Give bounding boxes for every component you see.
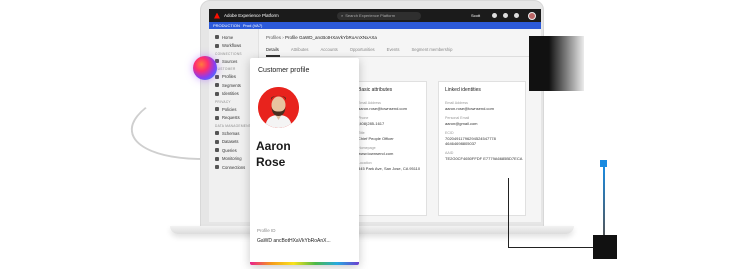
monitor-icon bbox=[215, 156, 219, 161]
nav-label: Requests bbox=[222, 115, 240, 121]
vertical-gradient-line bbox=[603, 167, 605, 237]
schema-icon bbox=[215, 131, 219, 136]
query-icon bbox=[215, 148, 219, 153]
tab-bar: Details Attributes Accounts Opportunitie… bbox=[266, 47, 452, 52]
nav-label: Monitoring bbox=[222, 156, 242, 162]
adobe-logo-icon[interactable] bbox=[214, 12, 220, 19]
breadcrumb-root[interactable]: Profiles bbox=[266, 35, 281, 40]
profile-first-name: Aaron bbox=[256, 139, 291, 153]
basic-attributes-card: Basic attributes Email Address aaron.ros… bbox=[351, 81, 427, 216]
profile-id-label: Profile ID bbox=[257, 228, 276, 233]
card-title: Basic attributes bbox=[358, 87, 393, 93]
profile-icon bbox=[215, 74, 219, 79]
field-label: Phone bbox=[358, 116, 369, 120]
field-label: AAID bbox=[445, 151, 454, 155]
nav-label: Segments bbox=[222, 82, 241, 88]
card-title: Linked identities bbox=[445, 87, 481, 93]
search-placeholder: Search Experience Platform bbox=[345, 13, 396, 18]
field-label: Location bbox=[358, 161, 372, 165]
tab-divider bbox=[266, 56, 536, 57]
nav-workflows[interactable]: Workflows bbox=[209, 42, 258, 51]
notifications-icon[interactable] bbox=[514, 13, 519, 18]
field-label: Email Address bbox=[358, 101, 381, 105]
nav-label: Home bbox=[222, 34, 234, 40]
env-label: PRODUCTION bbox=[213, 23, 240, 28]
tab-details[interactable]: Details bbox=[266, 47, 279, 52]
field-value: TE2G0CF4650FFDF E7779A6685BD7ECA bbox=[445, 156, 523, 161]
top-bar: Adobe Experience Platform ⌕ Search Exper… bbox=[209, 9, 541, 22]
search-input[interactable]: ⌕ Search Experience Platform bbox=[337, 11, 421, 20]
request-icon bbox=[215, 115, 219, 120]
org-switcher[interactable]: Scott bbox=[471, 13, 480, 18]
profile-card-title: Customer profile bbox=[258, 67, 310, 74]
nav-label: Identities bbox=[222, 91, 239, 97]
nav-label: Policies bbox=[222, 106, 237, 112]
field-value: 345 Park Ave, San Jose, CA 95110 bbox=[358, 166, 421, 171]
user-avatar[interactable] bbox=[528, 11, 536, 20]
breadcrumb: Profiles › Profile GaWD_ancBotHXaVkYbRoA… bbox=[266, 35, 377, 40]
identity-icon bbox=[215, 91, 219, 96]
tab-segment-membership[interactable]: Segment membership bbox=[411, 47, 452, 52]
apps-icon[interactable] bbox=[492, 13, 497, 18]
field-label: Title bbox=[358, 131, 365, 135]
bracket-line-decoration bbox=[508, 178, 604, 248]
field-value: aaron@gmail.com bbox=[445, 121, 478, 126]
tab-accounts[interactable]: Accounts bbox=[321, 47, 338, 52]
field-label: Email Address bbox=[445, 101, 468, 105]
field-value: aaron.rose@townsend.com bbox=[358, 106, 407, 111]
connection-icon bbox=[215, 165, 219, 170]
nav-label: Schemas bbox=[222, 130, 240, 136]
help-icon[interactable] bbox=[503, 13, 508, 18]
field-value: 70204911796294524547778 46464698805037 bbox=[445, 136, 496, 146]
workflow-icon bbox=[215, 43, 219, 48]
stage: Adobe Experience Platform ⌕ Search Exper… bbox=[0, 0, 750, 269]
dataset-icon bbox=[215, 139, 219, 144]
profile-avatar bbox=[258, 87, 299, 128]
field-label: Personal Email bbox=[445, 116, 470, 120]
search-icon: ⌕ bbox=[341, 13, 344, 18]
field-value: aaron.rose@townsend.com bbox=[445, 106, 494, 111]
blue-square-decoration bbox=[600, 160, 607, 167]
field-label: Homepage bbox=[358, 146, 376, 150]
nav-section-connections: CONNECTIONS bbox=[215, 51, 242, 56]
tab-opportunities[interactable]: Opportunities bbox=[350, 47, 375, 52]
square-fade-overlay bbox=[549, 36, 584, 91]
nav-label: Sources bbox=[222, 58, 238, 64]
breadcrumb-current: Profile GaWD_ancBotHXaVkYbRoAnXNxAXa bbox=[285, 35, 377, 40]
nav-label: Connections bbox=[222, 164, 246, 170]
customer-profile-card: Customer profile Aaron Rose Profile ID G… bbox=[250, 58, 359, 265]
app-title: Adobe Experience Platform bbox=[224, 13, 279, 18]
home-icon bbox=[215, 35, 219, 40]
nav-label: Workflows bbox=[222, 43, 242, 49]
person-icon bbox=[258, 87, 299, 128]
field-value: Chief People Officer bbox=[358, 136, 394, 141]
field-value: www.townsend.com bbox=[358, 151, 394, 156]
active-tab-indicator bbox=[266, 55, 280, 57]
segment-icon bbox=[215, 83, 219, 88]
profile-id-value: GaWD ancBotHXaVkYbRoAnX... bbox=[257, 238, 331, 244]
sandbox-switcher[interactable]: Prod (VA7) bbox=[243, 23, 263, 28]
nav-home[interactable]: Home bbox=[209, 33, 258, 42]
tab-events[interactable]: Events bbox=[387, 47, 400, 52]
field-value: (408)285-1617 bbox=[358, 121, 385, 126]
rainbow-strip bbox=[250, 262, 359, 265]
nav-label: Profiles bbox=[222, 74, 236, 80]
policy-icon bbox=[215, 107, 219, 112]
tab-attributes[interactable]: Attributes bbox=[291, 47, 309, 52]
gradient-orb bbox=[193, 56, 217, 80]
small-black-square-decoration bbox=[593, 235, 617, 259]
profile-last-name: Rose bbox=[256, 155, 286, 169]
field-label: ECID bbox=[445, 131, 454, 135]
nav-label: Queries bbox=[222, 147, 237, 153]
nav-label: Datasets bbox=[222, 139, 239, 145]
environment-bar: PRODUCTION Prod (VA7) bbox=[209, 22, 541, 29]
